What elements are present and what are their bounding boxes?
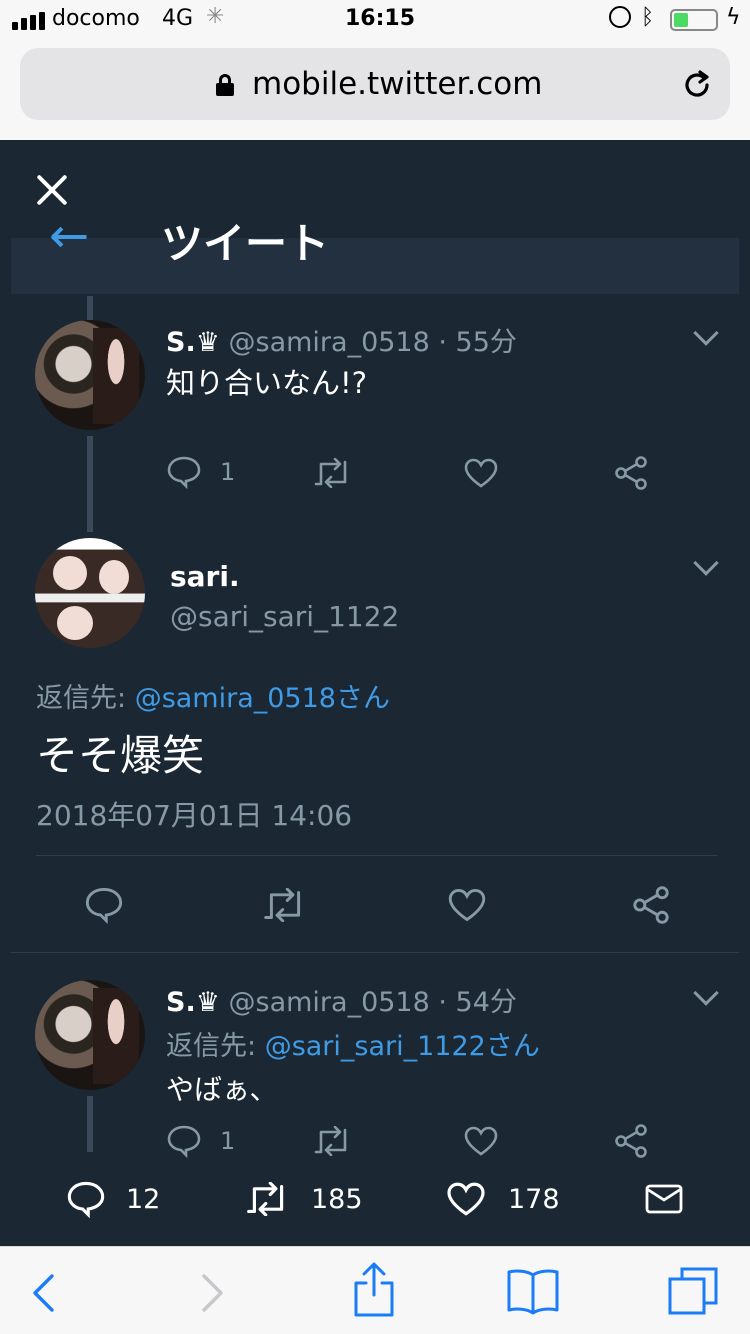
chevron-down-icon[interactable] [693, 980, 719, 1006]
reply-icon [167, 1125, 201, 1158]
thread-line [87, 1096, 93, 1152]
like-icon[interactable] [448, 888, 486, 922]
display-name[interactable]: S.♛ [166, 327, 220, 358]
like-icon[interactable] [464, 1126, 498, 1156]
reply-mention-link[interactable]: @sari_sari_1122さん [265, 1031, 540, 1062]
reply-count: 1 [220, 1127, 236, 1155]
signal-icon [12, 12, 46, 30]
tweet-meta: S.♛ @samira_0518 · 54分 [166, 980, 517, 1019]
retweet-icon[interactable] [313, 458, 353, 488]
timestamp: · 54分 [438, 987, 517, 1018]
reply-icon[interactable] [84, 886, 124, 924]
address-bar[interactable]: mobile.twitter.com [20, 48, 730, 120]
engagement-bar: 12 185 178 [0, 1170, 750, 1246]
handle[interactable]: @sari_sari_1122 [170, 600, 399, 633]
reply-context: 返信先: @sari_sari_1122さん [166, 1024, 540, 1063]
back-arrow-icon[interactable]: ← [49, 208, 89, 264]
back-icon[interactable] [30, 1273, 56, 1313]
like-total-button[interactable]: 178 [446, 1182, 560, 1216]
bookmarks-icon[interactable] [505, 1267, 561, 1315]
reply-mention-link[interactable]: @samira_0518さん [135, 683, 390, 714]
carrier-label: docomo [52, 6, 140, 31]
tabs-icon[interactable] [666, 1265, 720, 1317]
chevron-down-icon[interactable] [693, 550, 719, 576]
like-icon[interactable] [464, 458, 498, 488]
tweet-screen: ← ツイート S.♛ @samira_0518 · 55分 知り合いなん!? 1… [0, 140, 750, 1246]
reply-button[interactable]: 1 [166, 455, 235, 489]
reply-context: 返信先: @samira_0518さん [36, 676, 390, 715]
reply-label: 返信先: [166, 1031, 265, 1062]
avatar[interactable] [35, 320, 145, 430]
charging-icon: ϟ [726, 5, 741, 30]
like-icon [447, 1182, 485, 1216]
share-icon[interactable] [614, 456, 648, 490]
loading-icon: ✳ [206, 4, 225, 29]
rotation-lock-icon [609, 6, 631, 28]
lock-icon [216, 74, 234, 96]
share-sheet-icon[interactable] [352, 1261, 396, 1319]
retweet-total: 185 [311, 1183, 363, 1215]
forward-icon[interactable] [200, 1273, 226, 1313]
share-icon[interactable] [614, 1124, 648, 1158]
display-name[interactable]: S.♛ [166, 987, 220, 1018]
tweet-date[interactable]: 2018年07月01日 14:06 [36, 794, 352, 834]
status-bar: docomo 4G ✳ 16:15 ᛒ ϟ [0, 0, 750, 40]
like-total: 178 [508, 1183, 560, 1215]
avatar[interactable] [35, 980, 145, 1090]
reply-label: 返信先: [36, 683, 135, 714]
avatar[interactable] [35, 538, 145, 648]
reply-count: 1 [220, 458, 236, 486]
thread-line [87, 296, 93, 320]
reply-icon [67, 1181, 105, 1218]
chevron-down-icon[interactable] [693, 320, 719, 346]
clock: 16:15 [345, 6, 416, 31]
retweet-icon [247, 1182, 284, 1216]
tweet-text: 知り合いなん!? [166, 366, 368, 400]
tweet-text: やばぁ、 [166, 1073, 278, 1106]
browser-bottom-toolbar [0, 1246, 750, 1334]
divider [36, 855, 718, 856]
battery-icon [670, 9, 718, 31]
divider [11, 952, 739, 953]
tweet-text: そそ爆笑 [36, 731, 205, 780]
mail-icon[interactable] [645, 1184, 683, 1214]
reply-icon [167, 456, 201, 489]
network-label: 4G [162, 6, 194, 31]
close-icon[interactable] [36, 174, 68, 206]
url-text: mobile.twitter.com [252, 66, 543, 102]
timestamp: · 55分 [438, 327, 517, 358]
thread-line [87, 436, 93, 532]
share-icon[interactable] [632, 886, 670, 924]
handle[interactable]: @samira_0518 [229, 327, 430, 358]
retweet-icon[interactable] [313, 1126, 353, 1156]
retweet-total-button[interactable]: 185 [245, 1182, 363, 1216]
reply-total-button[interactable]: 12 [66, 1180, 160, 1218]
retweet-icon[interactable] [262, 888, 308, 922]
header-title: ツイート [161, 219, 330, 268]
reply-total: 12 [126, 1183, 161, 1215]
tweet-header: ← ツイート [11, 208, 739, 294]
display-name[interactable]: sari. [170, 560, 240, 593]
reload-icon[interactable] [680, 68, 714, 102]
handle[interactable]: @samira_0518 [229, 987, 430, 1018]
reply-button[interactable]: 1 [166, 1124, 235, 1158]
browser-toolbar: mobile.twitter.com [0, 40, 750, 140]
tweet-meta: S.♛ @samira_0518 · 55分 [166, 320, 517, 359]
bluetooth-icon: ᛒ [641, 5, 655, 30]
